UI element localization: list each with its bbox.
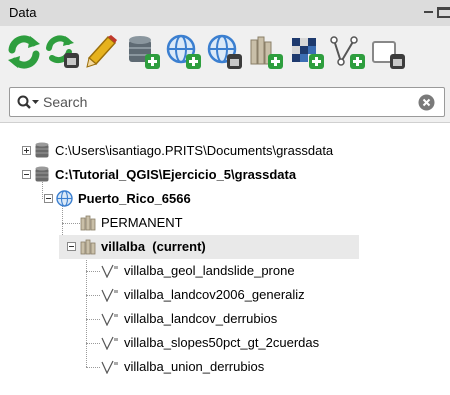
new-location-icon[interactable] (164, 32, 204, 72)
tree-item-vector-layer[interactable]: villalba_slopes50pct_gt_2cuerdas (0, 331, 450, 355)
vector-layer-label: villalba_union_derrubios (124, 359, 265, 374)
clear-search-icon[interactable] (418, 94, 435, 111)
edit-pencil-icon[interactable] (82, 32, 122, 72)
collapse-minus-icon[interactable] (67, 242, 76, 251)
database-icon (35, 142, 49, 158)
vector-layer-label: villalba_slopes50pct_gt_2cuerdas (124, 335, 320, 350)
panel-title: Data (9, 5, 37, 20)
vector-layer-label: villalba_landcov2006_generaliz (124, 287, 305, 302)
panel-titlebar[interactable]: Data (0, 0, 450, 27)
mapset-label: PERMANENT (101, 215, 183, 230)
float-panel-icon[interactable] (437, 7, 450, 18)
sync-icon[interactable] (4, 32, 44, 72)
database-icon (35, 166, 49, 182)
globe-icon (56, 190, 73, 207)
new-vector-icon[interactable] (328, 32, 368, 72)
search-icon[interactable] (17, 95, 43, 111)
tree-item-database[interactable]: C:\Tutorial_QGIS\Ejercicio_5\grassdata (0, 163, 450, 187)
tree-item-location[interactable]: Puerto_Rico_6566 (0, 187, 450, 211)
vector-layer-icon (101, 360, 118, 374)
new-database-icon[interactable] (123, 32, 163, 72)
search-bar (0, 84, 450, 123)
new-mapset-icon[interactable] (246, 32, 286, 72)
toolbar (0, 26, 450, 84)
mapset-icon (80, 239, 96, 255)
expand-plus-icon[interactable] (22, 146, 31, 155)
mapset-label: villalba (current) (101, 239, 206, 254)
panel-window-buttons (424, 5, 450, 21)
tree-item-vector-layer[interactable]: villalba_union_derrubios (0, 355, 450, 379)
search-box (9, 87, 445, 117)
minimize-icon[interactable] (424, 11, 433, 13)
database-label: C:\Tutorial_QGIS\Ejercicio_5\grassdata (55, 167, 297, 182)
tree-item-vector-layer[interactable]: villalba_landcov2006_generaliz (0, 283, 450, 307)
vector-layer-icon (101, 336, 118, 350)
mapset-icon (80, 215, 96, 231)
tree-item-mapset-current[interactable]: villalba (current) (59, 235, 359, 259)
vector-layer-icon (101, 264, 118, 278)
collapse-minus-icon[interactable] (22, 170, 31, 179)
new-table-icon[interactable] (369, 32, 450, 72)
search-input[interactable] (43, 91, 403, 113)
database-label: C:\Users\isantiago.PRITS\Documents\grass… (55, 143, 334, 158)
location-label: Puerto_Rico_6566 (78, 191, 191, 206)
tree-item-mapset[interactable]: PERMANENT (0, 211, 450, 235)
collapse-minus-icon[interactable] (44, 194, 53, 203)
vector-layer-icon (101, 288, 118, 302)
vector-layer-label: villalba_landcov_derrubios (124, 311, 278, 326)
new-raster-icon[interactable] (287, 32, 327, 72)
tree-item-vector-layer[interactable]: villalba_geol_landslide_prone (0, 259, 450, 283)
tree-item-database[interactable]: C:\Users\isantiago.PRITS\Documents\grass… (0, 139, 450, 163)
vector-layer-label: villalba_geol_landslide_prone (124, 263, 295, 278)
browser-tree: C:\Users\isantiago.PRITS\Documents\grass… (0, 123, 450, 395)
data-panel: Data Search C:\Users\isantiago.PRITS\Doc… (0, 0, 450, 395)
sync-location-icon[interactable] (43, 32, 83, 72)
new-location-wizard-icon[interactable] (205, 32, 245, 72)
tree-item-vector-layer[interactable]: villalba_landcov_derrubios (0, 307, 450, 331)
vector-layer-icon (101, 312, 118, 326)
